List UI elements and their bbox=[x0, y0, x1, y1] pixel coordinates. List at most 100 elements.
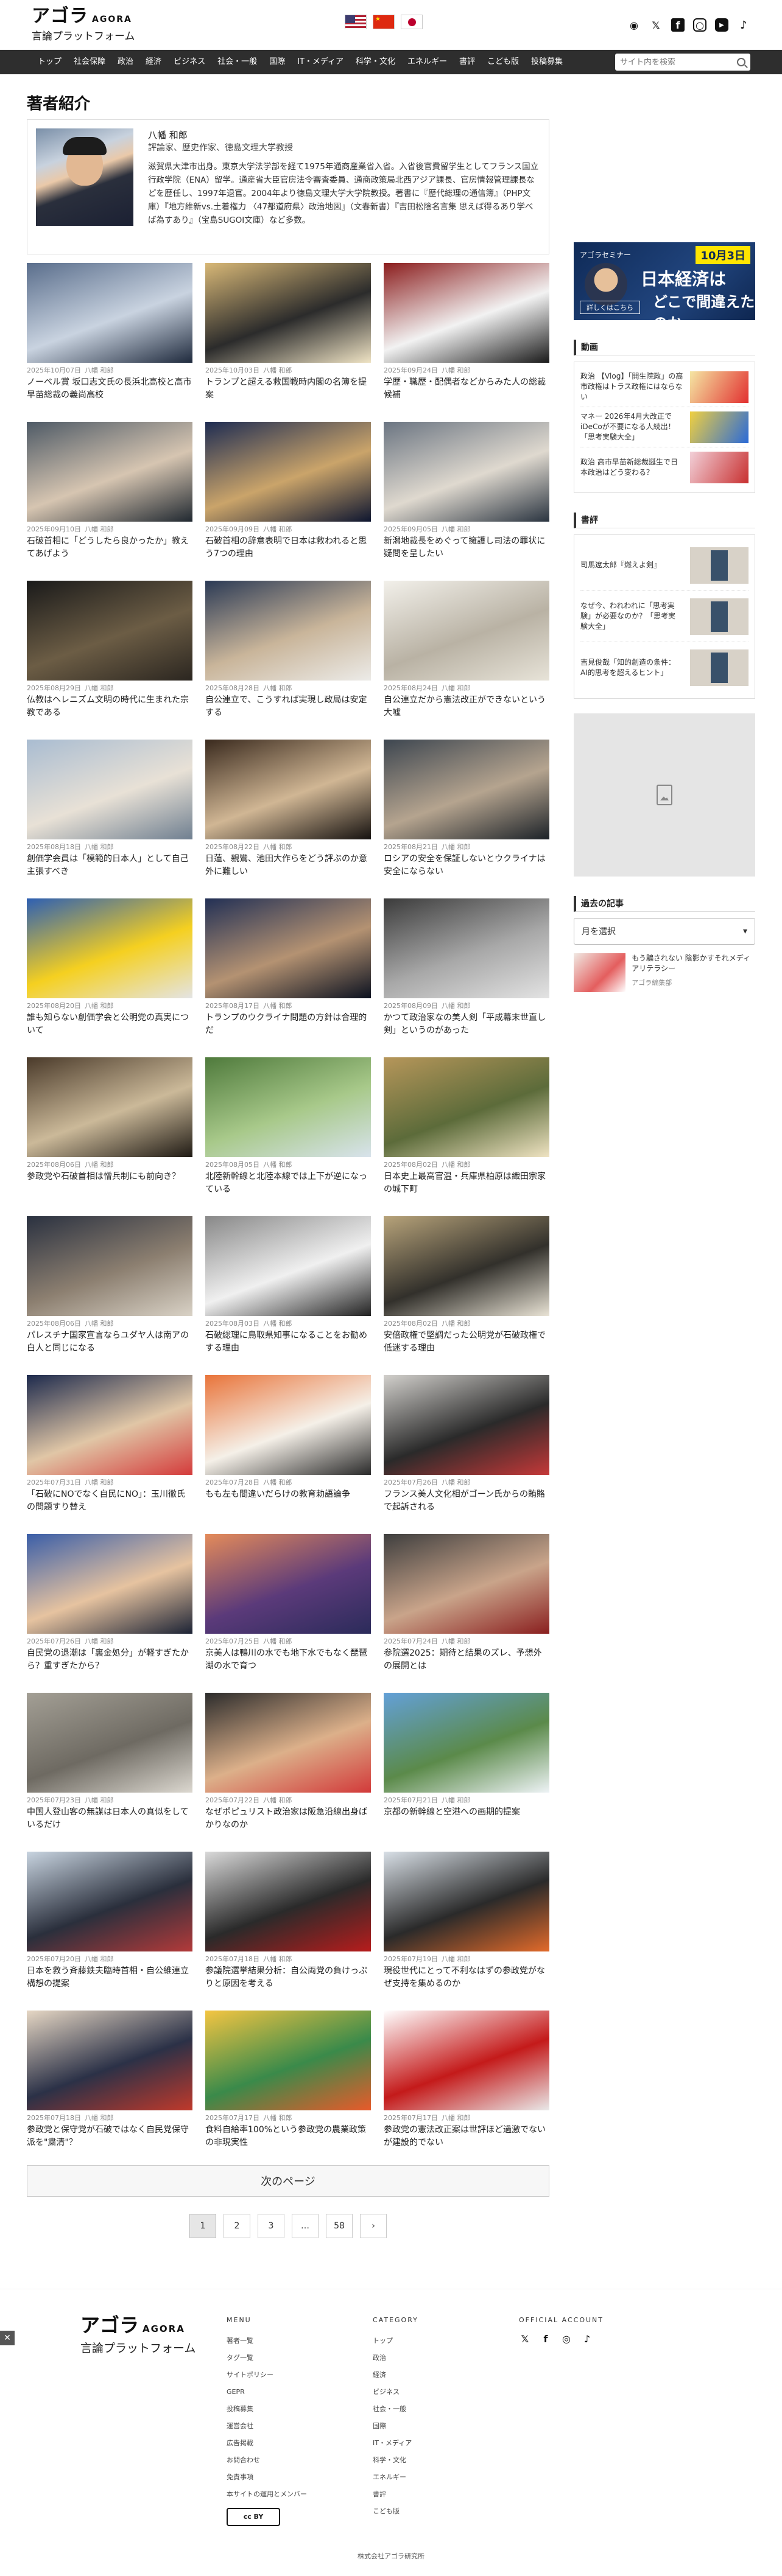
article-title[interactable]: 石破首相の辞意表明で日本は救われると思う7つの理由 bbox=[205, 535, 371, 561]
article-card[interactable]: 2025年08月21日 八幡 和郎 ロシアの安全を保証しないとウクライナは安全になら… bbox=[384, 740, 549, 892]
article-card[interactable]: 2025年08月22日 八幡 和郎 日蓮、親鸞、池田大作らをどう評ぶのか意外に難しい bbox=[205, 740, 371, 892]
page-number[interactable]: 1 bbox=[189, 2214, 216, 2238]
article-author[interactable]: 八幡 和郎 bbox=[442, 1637, 471, 1645]
site-logo[interactable]: アゴラ AGORA 言論プラットフォーム bbox=[32, 6, 166, 43]
article-card[interactable]: 2025年07月21日 八幡 和郎 京都の新幹線と空港への画期的提案 bbox=[384, 1693, 549, 1845]
article-card[interactable]: 2025年08月06日 八幡 和郎 パレスチナ国家宣言ならユダヤ人は南アの白人と同じ… bbox=[27, 1216, 192, 1368]
article-title[interactable]: 京美人は鴨川の水でも地下水でもなく琵琶湖の水で育つ bbox=[205, 1647, 371, 1673]
article-card[interactable]: 2025年07月17日 八幡 和郎 参政党の憲法改正案は世評ほど過激でないが建設的で… bbox=[384, 2011, 549, 2163]
article-author[interactable]: 八幡 和郎 bbox=[263, 2114, 292, 2122]
article-author[interactable]: 八幡 和郎 bbox=[85, 843, 114, 851]
article-title[interactable]: 自公連立で、こうすれば実現し政局は安定する bbox=[205, 694, 371, 719]
video-title[interactable]: 政治 高市早苗新総裁誕生で日本政治はどう変わる？ bbox=[580, 457, 684, 478]
article-thumbnail[interactable] bbox=[205, 1693, 371, 1793]
article-card[interactable]: 2025年08月18日 八幡 和郎 創価学会員は「模範的日本人」として自己主張すべき bbox=[27, 740, 192, 892]
article-author[interactable]: 八幡 和郎 bbox=[85, 525, 114, 533]
footer-category-link[interactable]: トップ bbox=[373, 2333, 418, 2350]
article-thumbnail[interactable] bbox=[384, 1216, 549, 1316]
article-title[interactable]: もも左も間違いだらけの教育勅語論争 bbox=[205, 1488, 371, 1514]
footer-category-link[interactable]: エネルギー bbox=[373, 2469, 418, 2486]
article-thumbnail[interactable] bbox=[384, 2011, 549, 2110]
article-card[interactable]: 2025年08月24日 八幡 和郎 自公連立だから憲法改正ができないという大嘘 bbox=[384, 581, 549, 733]
book-cover[interactable] bbox=[690, 649, 749, 686]
article-thumbnail[interactable] bbox=[27, 1852, 192, 1951]
article-author[interactable]: 八幡 和郎 bbox=[442, 1479, 471, 1486]
article-thumbnail[interactable] bbox=[205, 898, 371, 998]
next-page-arrow[interactable]: › bbox=[360, 2214, 387, 2238]
instagram-icon[interactable]: ◎ bbox=[560, 2333, 572, 2345]
article-title[interactable]: 参政党と保守党が石破ではなく自民党保守派を"粛清"？ bbox=[27, 2124, 192, 2149]
article-card[interactable]: 2025年10月03日 八幡 和郎 トランプと超える救国戦時内閣の名簿を提案 bbox=[205, 263, 371, 415]
article-author[interactable]: 八幡 和郎 bbox=[263, 366, 292, 374]
nav-item[interactable]: 政治 bbox=[111, 50, 139, 74]
article-author[interactable]: 八幡 和郎 bbox=[263, 1479, 292, 1486]
article-thumbnail[interactable] bbox=[27, 1375, 192, 1475]
article-title[interactable]: 仏教はヘレニズム文明の時代に生まれた宗教である bbox=[27, 694, 192, 719]
footer-category-link[interactable]: 国際 bbox=[373, 2418, 418, 2435]
article-card[interactable]: 2025年08月03日 八幡 和郎 石破総理に鳥取県知事になることをお勧めする理由 bbox=[205, 1216, 371, 1368]
article-title[interactable]: 日蓮、親鸞、池田大作らをどう評ぶのか意外に難しい bbox=[205, 853, 371, 878]
article-card[interactable]: 2025年08月28日 八幡 和郎 自公連立で、こうすれば実現し政局は安定する bbox=[205, 581, 371, 733]
nav-item[interactable]: 投稿募集 bbox=[525, 50, 569, 74]
article-card[interactable]: 2025年07月19日 八幡 和郎 現役世代にとって不利なはずの参政党がなぜ支持を集… bbox=[384, 1852, 549, 2004]
article-card[interactable]: 2025年07月31日 八幡 和郎 「石破にNOでなく自民にNO」：玉川徹氏の問題す… bbox=[27, 1375, 192, 1527]
footer-logo[interactable]: アゴラ AGORA 言論プラットフォーム bbox=[80, 2315, 196, 2356]
book-title[interactable]: 吉見俊哉「知的創造の条件：AI的思考を超えるヒント」 bbox=[580, 657, 678, 678]
seminar-details-button[interactable]: 詳しくはこちら bbox=[580, 301, 640, 314]
article-card[interactable]: 2025年08月29日 八幡 和郎 仏教はヘレニズム文明の時代に生まれた宗教である bbox=[27, 581, 192, 733]
article-card[interactable]: 2025年07月24日 八幡 和郎 参院選2025：期待と結果のズレ、予想外の展開と… bbox=[384, 1534, 549, 1686]
article-title[interactable]: フランス美人文化相がゴーン氏からの賄賂で起訴される bbox=[384, 1488, 549, 1514]
article-thumbnail[interactable] bbox=[27, 898, 192, 998]
article-card[interactable]: 2025年08月17日 八幡 和郎 トランプのウクライナ問題の方針は合理的だ bbox=[205, 898, 371, 1051]
article-author[interactable]: 八幡 和郎 bbox=[263, 684, 292, 692]
article-thumbnail[interactable] bbox=[384, 581, 549, 681]
article-author[interactable]: 八幡 和郎 bbox=[442, 2114, 471, 2122]
next-page-button[interactable]: 次のページ bbox=[27, 2165, 549, 2197]
article-card[interactable]: 2025年09月24日 八幡 和郎 学歴・職歴・配偶者などからみた人の総裁候補 bbox=[384, 263, 549, 415]
video-title[interactable]: マネー 2026年4月大改正でiDeCoが不要になる人続出！「思考実験大全」 bbox=[580, 411, 684, 443]
search-input[interactable] bbox=[620, 57, 737, 67]
article-thumbnail[interactable] bbox=[384, 898, 549, 998]
article-title[interactable]: なぜポピュリスト政治家は阪急沿線出身ばかりなのか bbox=[205, 1806, 371, 1832]
footer-category-link[interactable]: 社会・一般 bbox=[373, 2401, 418, 2418]
archive-post-title[interactable]: もう騙されない 陰影かすそれメディアリテラシー bbox=[632, 953, 755, 974]
article-card[interactable]: 2025年08月02日 八幡 和郎 安倍政権で堅調だった公明党が石破政権で低迷する理… bbox=[384, 1216, 549, 1368]
article-thumbnail[interactable] bbox=[205, 1534, 371, 1634]
article-title[interactable]: 参院選2025：期待と結果のズレ、予想外の展開とは bbox=[384, 1647, 549, 1673]
footer-menu-link[interactable]: 著者一覧 bbox=[227, 2333, 307, 2350]
article-author[interactable]: 八幡 和郎 bbox=[85, 1955, 114, 1963]
article-author[interactable]: 八幡 和郎 bbox=[442, 843, 471, 851]
article-card[interactable]: 2025年07月23日 八幡 和郎 中国人登山客の無謀は日本人の真似をしているだけ bbox=[27, 1693, 192, 1845]
article-thumbnail[interactable] bbox=[384, 740, 549, 839]
tiktok-icon[interactable]: ♪ bbox=[581, 2333, 593, 2345]
article-thumbnail[interactable] bbox=[384, 1375, 549, 1475]
article-card[interactable]: 2025年07月20日 八幡 和郎 日本を救う斉藤鉄夫臨時首相・自公維連立構想の提案 bbox=[27, 1852, 192, 2004]
article-thumbnail[interactable] bbox=[205, 422, 371, 522]
us-flag[interactable] bbox=[345, 15, 367, 29]
article-title[interactable]: 新潟地裁長をめぐって擁護し司法の罪状に疑問を呈したい bbox=[384, 535, 549, 561]
video-thumbnail[interactable] bbox=[690, 371, 749, 403]
article-thumbnail[interactable] bbox=[384, 1693, 549, 1793]
article-title[interactable]: 日本を救う斉藤鉄夫臨時首相・自公維連立構想の提案 bbox=[27, 1965, 192, 1990]
footer-menu-link[interactable]: サイトポリシー bbox=[227, 2367, 307, 2384]
article-title[interactable]: 参議院選挙結果分析：自公両党の負けっぷりと原因を考える bbox=[205, 1965, 371, 1990]
footer-menu-link[interactable]: 投稿募集 bbox=[227, 2401, 307, 2418]
youtube-icon[interactable]: ▶ bbox=[715, 18, 728, 32]
jp-flag[interactable] bbox=[401, 15, 423, 29]
article-title[interactable]: 参政党や石破首相は憎兵制にも前向き？ bbox=[27, 1171, 192, 1196]
x-icon[interactable]: 𝕏 bbox=[649, 18, 663, 32]
article-card[interactable]: 2025年07月18日 八幡 和郎 参政党と保守党が石破ではなく自民党保守派を"粛清… bbox=[27, 2011, 192, 2163]
search-box[interactable] bbox=[615, 54, 750, 71]
article-card[interactable]: 2025年07月26日 八幡 和郎 自民党の退潮は「裏金処分」が軽すぎたから？重すぎ… bbox=[27, 1534, 192, 1686]
article-author[interactable]: 八幡 和郎 bbox=[85, 1161, 114, 1169]
article-thumbnail[interactable] bbox=[205, 740, 371, 839]
nav-item[interactable]: IT・メディア bbox=[291, 50, 350, 74]
facebook-icon[interactable]: f bbox=[671, 18, 685, 32]
instagram-icon[interactable]: ○ bbox=[693, 18, 706, 32]
article-author[interactable]: 八幡 和郎 bbox=[263, 1161, 292, 1169]
footer-category-link[interactable]: 科学・文化 bbox=[373, 2452, 418, 2469]
article-author[interactable]: 八幡 和郎 bbox=[263, 1955, 292, 1963]
article-thumbnail[interactable] bbox=[27, 740, 192, 839]
article-title[interactable]: かつて政治家なの美人剣「平成幕末世直し剣」というのがあった bbox=[384, 1012, 549, 1037]
article-thumbnail[interactable] bbox=[27, 1216, 192, 1316]
